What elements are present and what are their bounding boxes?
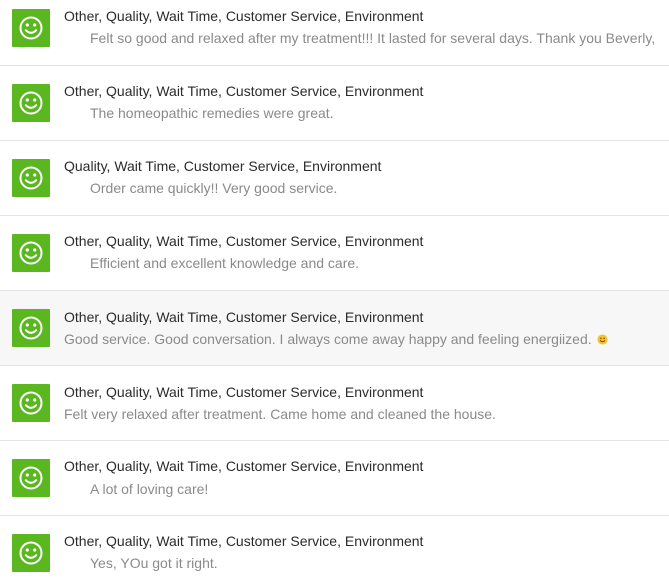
smiley-face-icon [12,534,50,572]
feedback-categories: Quality, Wait Time, Customer Service, En… [64,158,382,174]
smiley-face-icon [12,234,50,272]
smiley-face-icon [12,384,50,422]
feedback-comment: Yes, YOu got it right. [90,555,218,571]
feedback-comment-line: Good service. Good conversation. I alway… [64,331,608,347]
feedback-row[interactable]: Other, Quality, Wait Time, Customer Serv… [0,366,669,441]
feedback-comment: Felt very relaxed after treatment. Came … [64,406,496,422]
feedback-categories: Other, Quality, Wait Time, Customer Serv… [64,458,424,474]
feedback-comment: Order came quickly!! Very good service. [90,180,338,196]
feedback-comment: Good service. Good conversation. I alway… [64,331,592,347]
smiley-face-icon [12,159,50,197]
feedback-row[interactable]: Other, Quality, Wait Time, Customer Serv… [0,441,669,516]
feedback-comment: Felt so good and relaxed after my treatm… [90,30,656,46]
feedback-categories: Other, Quality, Wait Time, Customer Serv… [64,83,424,99]
smiley-face-icon [12,84,50,122]
feedback-comment: Efficient and excellent knowledge and ca… [90,255,360,271]
feedback-row[interactable]: Other, Quality, Wait Time, Customer Serv… [0,66,669,141]
feedback-comment: A lot of loving care! [90,481,209,497]
feedback-categories: Other, Quality, Wait Time, Customer Serv… [64,8,424,24]
feedback-categories: Other, Quality, Wait Time, Customer Serv… [64,309,424,325]
feedback-comment: The homeopathic remedies were great. [90,105,334,121]
feedback-categories: Other, Quality, Wait Time, Customer Serv… [64,233,424,249]
smiley-face-icon [12,459,50,497]
smiley-face-icon [12,309,50,347]
feedback-list: Other, Quality, Wait Time, Customer Serv… [0,0,669,578]
feedback-row[interactable]: Quality, Wait Time, Customer Service, En… [0,141,669,216]
smiley-emoji-icon [597,334,608,345]
feedback-row[interactable]: Other, Quality, Wait Time, Customer Serv… [0,516,669,578]
feedback-row[interactable]: Other, Quality, Wait Time, Customer Serv… [0,0,669,66]
feedback-row[interactable]: Other, Quality, Wait Time, Customer Serv… [0,216,669,291]
feedback-categories: Other, Quality, Wait Time, Customer Serv… [64,384,424,400]
feedback-categories: Other, Quality, Wait Time, Customer Serv… [64,533,424,549]
smiley-face-icon [12,9,50,47]
feedback-row[interactable]: Other, Quality, Wait Time, Customer Serv… [0,291,669,366]
